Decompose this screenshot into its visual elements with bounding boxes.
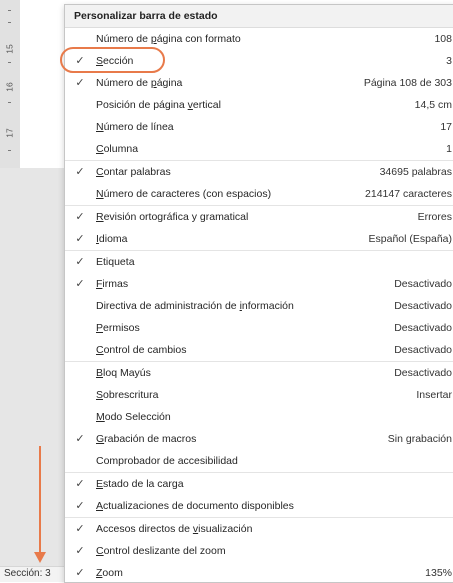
menu-item[interactable]: ✓ Actualizaciones de documento disponible… [65, 495, 453, 517]
menu-item-label: Actualizaciones de documento disponibles [96, 500, 294, 512]
menu-item-label: Control de cambios [96, 344, 187, 356]
status-bar[interactable]: Sección: 3 [0, 566, 64, 582]
menu-item-label: Estado de la carga [96, 478, 184, 490]
menu-item[interactable]: Número de línea 17 [65, 116, 453, 138]
ruler-mark [8, 102, 11, 103]
menu-item[interactable]: Comprobador de accesibilidad [65, 450, 453, 472]
menu-item-value: Desactivado [394, 344, 452, 356]
check-icon: ✓ [75, 278, 85, 290]
menu-item-label: Número de línea [96, 121, 174, 133]
menu-item[interactable]: ✓ Estado de la carga [65, 472, 453, 495]
menu-item-value: Errores [417, 211, 452, 223]
status-section-label[interactable]: Sección: 3 [4, 568, 51, 579]
customize-status-bar-menu: Personalizar barra de estado Número de p… [64, 4, 453, 583]
check-icon: ✓ [75, 567, 85, 579]
menu-item-label: Firmas [96, 278, 129, 290]
menu-item-value: Página 108 de 303 [363, 77, 452, 89]
menu-item-label: Etiqueta [96, 256, 135, 268]
menu-item-list: Número de página con formato 108 ✓ Sección 3… [65, 28, 453, 582]
menu-item[interactable]: ✓ Firmas Desactivado [65, 273, 453, 295]
menu-item-label: Posición de página vertical [96, 99, 221, 111]
menu-item-value: 214147 caracteres [365, 188, 452, 200]
menu-item[interactable]: ✓ Idioma Español (España) [65, 228, 453, 250]
menu-item[interactable]: Permisos Desactivado [65, 317, 453, 339]
menu-item-value: Sin grabación [387, 433, 452, 445]
menu-item-value: Desactivado [394, 278, 452, 290]
ruler-tick-label: 17 [4, 128, 15, 138]
menu-item[interactable]: Modo Selección [65, 406, 453, 428]
menu-item-label: Modo Selección [96, 411, 171, 423]
menu-item[interactable]: Número de caracteres (con espacios) 21414… [65, 183, 453, 205]
ruler-tick-label: 16 [4, 82, 15, 92]
highlight-annotation [60, 47, 165, 73]
menu-item-label: Directiva de administración de informaci… [96, 300, 294, 312]
menu-item-label: Idioma [96, 233, 128, 245]
menu-item-label: Bloq Mayús [96, 367, 151, 379]
menu-item-label: Contar palabras [96, 166, 171, 178]
menu-item-value: 108 [434, 33, 452, 45]
menu-item-value: Desactivado [394, 300, 452, 312]
menu-item[interactable]: ✓ Revisión ortográfica y gramatical Errore… [65, 205, 453, 228]
menu-item-label: Revisión ortográfica y gramatical [96, 211, 249, 223]
check-icon: ✓ [75, 211, 85, 223]
ruler-tick-label: 15 [4, 44, 15, 54]
menu-item-label: Sobrescritura [96, 389, 159, 401]
menu-item[interactable]: ✓ Contar palabras 34695 palabras [65, 160, 453, 183]
menu-item-label: Número de página [96, 77, 183, 89]
menu-item-label: Grabación de macros [96, 433, 197, 445]
menu-item-value: 14,5 cm [414, 99, 452, 111]
document-background [0, 168, 64, 568]
ruler-mark [8, 22, 11, 23]
menu-item-value: 34695 palabras [379, 166, 452, 178]
menu-item[interactable]: Sobrescritura Insertar [65, 384, 453, 406]
menu-item[interactable]: Directiva de administración de informaci… [65, 295, 453, 317]
menu-item[interactable]: Posición de página vertical 14,5 cm [65, 94, 453, 116]
menu-item[interactable]: ✓ Accesos directos de visualización [65, 517, 453, 540]
menu-item-label: Permisos [96, 322, 140, 334]
ruler-mark [8, 10, 11, 11]
ruler-mark [8, 62, 11, 63]
check-icon: ✓ [75, 166, 85, 178]
menu-item-value: 3 [446, 55, 452, 67]
check-icon: ✓ [75, 545, 85, 557]
annotation-arrow [39, 446, 41, 554]
menu-item[interactable]: ✓ Zoom 135% [65, 562, 453, 582]
ruler-mark [8, 150, 11, 151]
menu-item[interactable]: Control de cambios Desactivado [65, 339, 453, 361]
menu-item[interactable]: ✓ Control deslizante del zoom [65, 540, 453, 562]
menu-title: Personalizar barra de estado [65, 5, 453, 28]
menu-item-label: Zoom [96, 567, 123, 579]
menu-item-value: Desactivado [394, 322, 452, 334]
check-icon: ✓ [75, 77, 85, 89]
menu-item-value: Desactivado [394, 367, 452, 379]
arrow-down-icon [34, 552, 46, 563]
menu-item[interactable]: Bloq Mayús Desactivado [65, 361, 453, 384]
menu-item-value: 17 [440, 121, 452, 133]
menu-item-value: 135% [425, 567, 452, 579]
document-page[interactable] [20, 0, 64, 168]
menu-item[interactable]: ✓ Grabación de macros Sin grabación [65, 428, 453, 450]
check-icon: ✓ [75, 433, 85, 445]
check-icon: ✓ [75, 233, 85, 245]
check-icon: ✓ [75, 523, 85, 535]
menu-item[interactable]: ✓ Número de página Página 108 de 303 [65, 72, 453, 94]
menu-item-label: Control deslizante del zoom [96, 545, 226, 557]
check-icon: ✓ [75, 478, 85, 490]
menu-item-value: 1 [446, 143, 452, 155]
menu-item-label: Comprobador de accesibilidad [96, 455, 238, 467]
menu-item[interactable]: ✓ Etiqueta [65, 250, 453, 273]
menu-item-value: Español (España) [368, 233, 452, 245]
menu-item-label: Accesos directos de visualización [96, 523, 253, 535]
check-icon: ✓ [75, 500, 85, 512]
menu-item-label: Número de caracteres (con espacios) [96, 188, 272, 200]
menu-item-label: Columna [96, 143, 139, 155]
menu-item[interactable]: Columna 1 [65, 138, 453, 160]
menu-item-value: Insertar [416, 389, 452, 401]
vertical-ruler: 15 16 17 [0, 0, 21, 168]
check-icon: ✓ [75, 256, 85, 268]
